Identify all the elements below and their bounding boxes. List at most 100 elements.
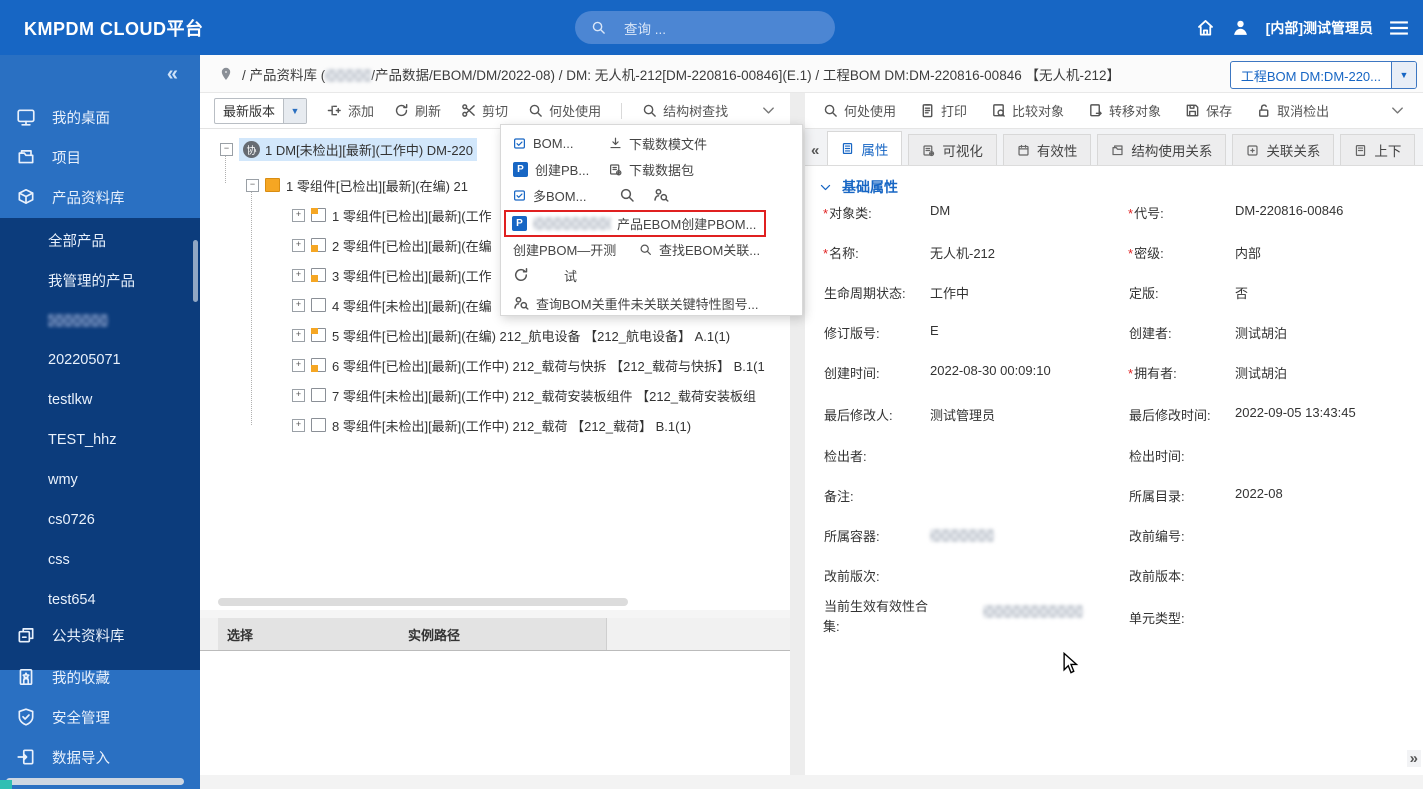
expand-toggle[interactable]: + <box>292 239 305 252</box>
sidebar-vertical-scrollbar[interactable] <box>193 240 198 302</box>
sidebar-item-label: 我的桌面 <box>52 107 110 128</box>
tree-item[interactable]: + 5 零组件[已检出][最新](在编) 212_航电设备 【212_航电设备】… <box>292 323 730 347</box>
expand-toggle[interactable]: + <box>292 419 305 432</box>
sidebar-subitem-redacted[interactable] <box>48 300 108 340</box>
cancel-checkout-button[interactable]: 取消检出 <box>1256 101 1329 120</box>
user-icon[interactable] <box>1231 18 1250 37</box>
current-user[interactable]: [内部]测试管理员 <box>1266 18 1373 38</box>
chevron-down-icon[interactable] <box>1390 103 1405 118</box>
section-basic-properties[interactable]: 基础属性 <box>819 177 898 197</box>
sidebar-item-label: 数据导入 <box>52 747 110 768</box>
visualization-icon <box>922 144 935 157</box>
field-label: 创建者: <box>1129 326 1172 341</box>
tree-item[interactable]: + 8 零组件[未检出][最新](工作中) 212_载荷 【212_载荷】 B.… <box>292 413 691 437</box>
tab-properties[interactable]: 属性 <box>827 131 902 165</box>
cut-button[interactable]: 剪切 <box>461 101 508 120</box>
sidebar-item-security[interactable]: 安全管理 <box>0 697 200 737</box>
sidebar-item-product-library[interactable]: 产品资料库 <box>0 177 200 217</box>
tree-item[interactable]: + 7 零组件[未检出][最新](工作中) 212_载荷安装板组件 【212_载… <box>292 383 756 407</box>
menu-item-create-pbom-test-wrap[interactable]: 试 <box>513 263 577 287</box>
add-button[interactable]: 添加 <box>327 101 374 120</box>
menu-item-download-model[interactable]: 下载数模文件 <box>609 131 707 155</box>
expand-toggle[interactable]: + <box>292 209 305 222</box>
tree-search-button[interactable]: 结构树查找 <box>642 101 728 120</box>
chevron-down-icon[interactable] <box>761 103 776 118</box>
menu-item-find-ebom-relation[interactable]: 查找EBOM关联... <box>639 237 760 261</box>
save-button[interactable]: 保存 <box>1185 101 1232 120</box>
sidebar-item-favorites[interactable]: 我的收藏 <box>0 657 200 697</box>
tree-item-root[interactable]: − 协 1 DM[未检出][最新](工作中) DM-220 <box>220 137 477 161</box>
tree-item[interactable]: + 4 零组件[未检出][最新](在编 <box>292 293 492 317</box>
menu-icon[interactable] <box>1389 20 1409 36</box>
view-selector-caret[interactable]: ▼ <box>1391 62 1416 88</box>
sidebar-item-data-import[interactable]: 数据导入 <box>0 737 200 777</box>
tab-relations[interactable]: 关联关系 <box>1232 134 1334 165</box>
highlighted-menu-item-create-pbom-from-ebom[interactable]: P 产品EBOM创建PBOM... <box>504 210 766 237</box>
menu-item-query-bom-key-parts[interactable]: 查询BOM关重件未关联关键特性图号... <box>513 291 758 315</box>
menu-item-download-package[interactable]: 下载数据包 <box>609 157 694 181</box>
refresh-button[interactable]: 刷新 <box>394 101 441 120</box>
collapse-toggle[interactable]: − <box>246 179 259 192</box>
breadcrumb[interactable]: / 产品资料库 (/产品数据/EBOM/DM/2022-08) / DM: 无人… <box>242 64 1120 84</box>
tree-item-label: 6 零组件[已检出][最新](工作中) 212_载荷与快拆 【212_载荷与快拆… <box>332 356 765 375</box>
sidebar-subitem-testlkw[interactable]: testlkw <box>48 380 92 420</box>
version-select[interactable]: 最新版本 ▼ <box>214 98 307 124</box>
menu-item-search-icon-only[interactable] <box>619 183 635 207</box>
sidebar-subitem-css[interactable]: css <box>48 540 70 580</box>
global-search[interactable]: 查询 ... <box>575 11 835 44</box>
tree-item-child[interactable]: − 1 零组件[已检出][最新](在编) 21 <box>246 173 468 197</box>
tree-item[interactable]: + 6 零组件[已检出][最新](工作中) 212_载荷与快拆 【212_载荷与… <box>292 353 765 377</box>
column-header-instance-path[interactable]: 实例路径 <box>262 618 607 650</box>
field-value: 测试胡泊 <box>1235 323 1287 342</box>
sidebar-subitem-test-hhz[interactable]: TEST_hhz <box>48 420 117 460</box>
sidebar-subitem-test654[interactable]: test654 <box>48 580 96 620</box>
tab-structure-usage[interactable]: 结构使用关系 <box>1097 134 1226 165</box>
person-search-icon <box>653 187 669 203</box>
tab-context[interactable]: 上下 <box>1340 134 1415 165</box>
menu-item-person-search-icon-only[interactable] <box>653 183 669 207</box>
tree-item[interactable]: + 2 零组件[已检出][最新](在编 <box>292 233 492 257</box>
menu-item-multi-bom[interactable]: 多BOM... <box>513 183 586 207</box>
menu-item-create-pb[interactable]: P 创建PB... <box>513 157 589 181</box>
sidebar-subitem-cs0726[interactable]: cs0726 <box>48 500 95 540</box>
compare-button[interactable]: 比较对象 <box>991 101 1064 120</box>
sidebar-subitem-202205071[interactable]: 202205071 <box>48 340 121 380</box>
view-selector[interactable]: 工程BOM DM:DM-220... ▼ <box>1230 61 1417 89</box>
transfer-button[interactable]: 转移对象 <box>1088 101 1161 120</box>
sidebar-horizontal-scrollbar[interactable] <box>6 778 184 785</box>
calendar-icon <box>1017 144 1030 157</box>
sidebar-item-project[interactable]: 项目 <box>0 137 200 177</box>
instance-table-body <box>200 651 790 775</box>
where-used-button[interactable]: 何处使用 <box>823 101 896 120</box>
sidebar-subitem-wmy[interactable]: wmy <box>48 460 78 500</box>
print-button[interactable]: 打印 <box>920 101 967 120</box>
tabs-scroll-right-icon[interactable]: » <box>1407 750 1421 767</box>
tree-item-label: 3 零组件[已检出][最新](工作 <box>332 266 492 285</box>
column-header-select[interactable]: 选择 <box>218 618 263 650</box>
where-used-button[interactable]: 何处使用 <box>528 101 601 120</box>
tree-horizontal-scrollbar[interactable] <box>218 598 628 606</box>
breadcrumb-bar: / 产品资料库 (/产品数据/EBOM/DM/2022-08) / DM: 无人… <box>200 55 1423 93</box>
expand-toggle[interactable]: + <box>292 359 305 372</box>
collapse-toggle[interactable]: − <box>220 143 233 156</box>
tab-visualization[interactable]: 可视化 <box>908 134 997 165</box>
tree-item[interactable]: + 3 零组件[已检出][最新](工作 <box>292 263 492 287</box>
tree-item[interactable]: + 1 零组件[已检出][最新](工作 <box>292 203 492 227</box>
sidebar-subitem-all-products[interactable]: 全部产品 <box>48 220 106 260</box>
home-icon[interactable] <box>1196 18 1215 37</box>
sidebar-item-desktop[interactable]: 我的桌面 <box>0 97 200 137</box>
sidebar-collapse-icon[interactable]: « <box>167 63 178 86</box>
expand-toggle[interactable]: + <box>292 269 305 282</box>
scissors-icon <box>461 103 476 118</box>
sidebar-item-public-library[interactable]: 公共资料库 <box>0 615 200 655</box>
expand-toggle[interactable]: + <box>292 389 305 402</box>
expand-toggle[interactable]: + <box>292 299 305 312</box>
version-select-caret[interactable]: ▼ <box>283 99 306 123</box>
menu-item-create-pbom-test[interactable]: 创建PBOM—开测 <box>513 237 616 261</box>
person-search-icon <box>513 295 529 311</box>
tab-effectivity[interactable]: 有效性 <box>1003 134 1092 165</box>
tabs-scroll-left-icon[interactable]: « <box>811 142 819 159</box>
menu-item-bom[interactable]: BOM... <box>513 131 573 155</box>
sidebar-subitem-my-products[interactable]: 我管理的产品 <box>48 260 135 300</box>
expand-toggle[interactable]: + <box>292 329 305 342</box>
